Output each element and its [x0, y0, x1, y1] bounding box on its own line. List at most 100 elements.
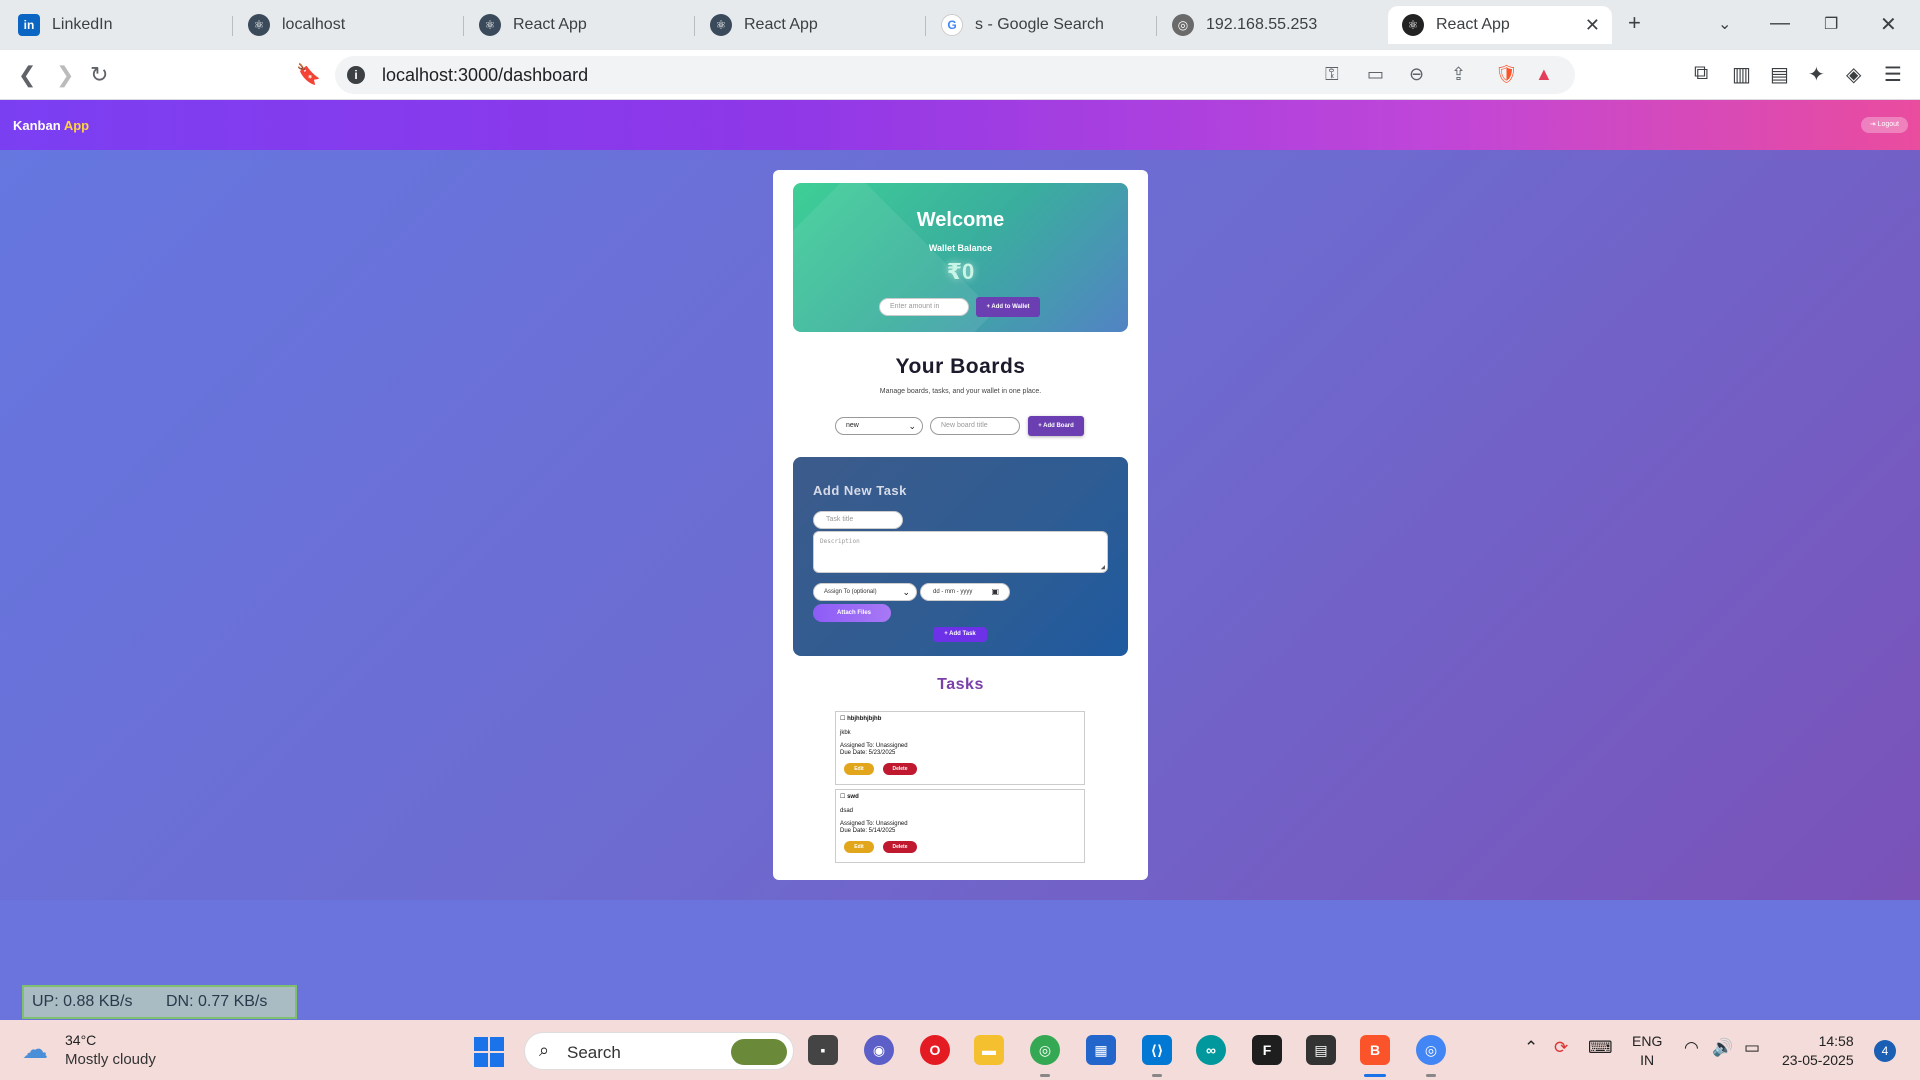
forward-icon[interactable]: ❯ [56, 62, 74, 88]
site-info-icon[interactable]: i [347, 66, 365, 84]
windows-start-icon[interactable] [474, 1037, 504, 1067]
opera-icon[interactable]: O [920, 1035, 950, 1065]
weather-description[interactable]: Mostly cloudy [65, 1051, 156, 1068]
checkbox-icon[interactable]: ☐ [840, 716, 845, 722]
task-view-icon[interactable]: ▪ [808, 1035, 838, 1065]
task-title-input[interactable]: Task title [813, 511, 903, 529]
app-running-indicator [1152, 1074, 1162, 1077]
bookmark-icon[interactable]: 🔖 [296, 62, 321, 87]
notification-badge[interactable]: 4 [1874, 1040, 1896, 1062]
clock-time: 14:58 [1818, 1033, 1854, 1049]
vscode-icon[interactable]: ⟨⟩ [1142, 1035, 1172, 1065]
brave-rewards-icon[interactable]: ▲ [1535, 64, 1553, 85]
battery-icon[interactable]: ▭ [1744, 1038, 1760, 1058]
install-app-icon[interactable]: ▭ [1367, 64, 1384, 85]
windows-taskbar: ☁ 34°C Mostly cloudy ⌕ Search ▪ ◉ O ▬ ◎ … [0, 1020, 1920, 1080]
tab-title: localhost [282, 16, 346, 33]
logout-button[interactable]: ⇥ Logout [1860, 117, 1908, 133]
resize-grip-icon[interactable]: ◢ [1101, 563, 1105, 571]
tab-react-app-1[interactable]: ⚛ React App [465, 6, 691, 44]
keyboard-icon[interactable]: ⌨ [1588, 1038, 1613, 1058]
react-icon: ⚛ [248, 14, 270, 36]
checkbox-icon[interactable]: ☐ [840, 794, 845, 800]
tab-separator [925, 16, 926, 36]
due-date-input[interactable]: dd - mm - yyyy ▣ [920, 583, 1010, 601]
tab-search-chevron-icon[interactable]: ⌄ [1718, 14, 1731, 34]
edit-task-button[interactable]: Edit [844, 841, 874, 853]
task-name-text: swd [847, 794, 859, 800]
attach-files-button[interactable]: Attach Files [813, 604, 891, 622]
add-board-button[interactable]: + Add Board [1028, 416, 1084, 436]
dashboard-card: Welcome Wallet Balance ₹0 Enter amount i… [773, 170, 1148, 880]
tab-react-app-2[interactable]: ⚛ React App [696, 6, 922, 44]
clock-date: 23-05-2025 [1782, 1052, 1854, 1068]
tab-google-search[interactable]: G s - Google Search [927, 6, 1153, 44]
terminal-icon[interactable]: ▤ [1306, 1035, 1336, 1065]
reload-icon[interactable]: ↻ [90, 62, 108, 88]
menu-icon[interactable]: ☰ [1884, 62, 1902, 87]
chat-icon[interactable]: ◉ [864, 1035, 894, 1065]
tab-react-app-active[interactable]: ⚛ React App ✕ [1388, 6, 1612, 44]
brave-shields-icon[interactable]: 🛡 [1495, 64, 1518, 85]
arduino-icon[interactable]: ∞ [1196, 1035, 1226, 1065]
search-highlight-image [731, 1039, 787, 1065]
figma-icon[interactable]: F [1252, 1035, 1282, 1065]
vpn-icon[interactable]: ◈ [1846, 62, 1861, 87]
url-field[interactable]: i localhost:3000/dashboard ⚿ ▭ ⊖ ⇪ 🛡 ▲ [335, 56, 1575, 94]
calendar-icon[interactable]: ▣ [991, 584, 999, 600]
chrome-profile-icon[interactable]: ◎ [1416, 1035, 1446, 1065]
wifi-icon[interactable]: ◠ [1684, 1038, 1699, 1058]
add-task-button[interactable]: + Add Task [933, 627, 987, 642]
microsoft-store-icon[interactable]: ▦ [1086, 1035, 1116, 1065]
assign-to-value: Assign To (optional) [824, 589, 877, 595]
minimize-icon[interactable]: — [1770, 12, 1790, 35]
task-description-textarea[interactable]: Description ◢ [813, 531, 1108, 573]
url-text[interactable]: localhost:3000/dashboard [382, 65, 588, 86]
wallet-amount-input[interactable]: Enter amount in [879, 298, 969, 316]
task-card: ☐ hbjhbhjbjhb jkbk Assigned To: Unassign… [835, 711, 1085, 785]
app-header: Kanban App ⇥ Logout [0, 100, 1920, 150]
system-clock[interactable]: 14:58 23-05-2025 [1782, 1032, 1854, 1070]
weather-cloud-icon[interactable]: ☁ [22, 1034, 48, 1065]
task-description: jkbk [840, 730, 851, 736]
share-icon[interactable]: ⇪ [1451, 64, 1466, 85]
show-hidden-icons-icon[interactable]: ⌃ [1524, 1038, 1538, 1058]
add-to-wallet-button[interactable]: + Add to Wallet [976, 297, 1040, 317]
assign-to-select[interactable]: Assign To (optional) ⌄ [813, 583, 917, 601]
weather-temperature[interactable]: 34°C [65, 1032, 96, 1048]
browser-address-bar: ❮ ❯ ↻ 🔖 i localhost:3000/dashboard ⚿ ▭ ⊖… [0, 50, 1920, 100]
taskbar-search[interactable]: ⌕ Search [524, 1032, 794, 1070]
tab-ip-address[interactable]: ◎ 192.168.55.253 [1158, 6, 1384, 44]
sidebar-icon[interactable]: ▥ [1732, 62, 1751, 87]
logout-icon: ⇥ [1869, 121, 1876, 128]
logout-label: Logout [1877, 121, 1899, 128]
leo-ai-icon[interactable]: ✦ [1808, 62, 1825, 87]
close-tab-icon[interactable]: ✕ [1585, 15, 1600, 36]
add-task-form: Add New Task Task title Description ◢ As… [793, 457, 1128, 656]
brave-icon[interactable]: B [1360, 1035, 1390, 1065]
sync-icon[interactable]: ⟳ [1554, 1038, 1568, 1058]
tab-separator [1156, 16, 1157, 36]
tab-localhost[interactable]: ⚛ localhost [234, 6, 460, 44]
app-brand[interactable]: Kanban App [13, 118, 89, 133]
zoom-out-icon[interactable]: ⊖ [1409, 64, 1424, 85]
window-close-icon[interactable]: ✕ [1880, 12, 1897, 37]
extensions-icon[interactable]: ⧉ [1694, 62, 1708, 85]
edit-task-button[interactable]: Edit [844, 763, 874, 775]
input-language[interactable]: ENG IN [1632, 1032, 1662, 1070]
tab-linkedin[interactable]: in LinkedIn [4, 6, 230, 44]
language-region: IN [1640, 1052, 1655, 1068]
volume-icon[interactable]: 🔊 [1712, 1038, 1733, 1058]
new-tab-icon[interactable]: + [1628, 10, 1641, 36]
file-explorer-icon[interactable]: ▬ [974, 1035, 1004, 1065]
board-select-value: new [846, 422, 859, 429]
back-icon[interactable]: ❮ [18, 62, 36, 88]
restore-icon[interactable]: ❐ [1824, 14, 1838, 34]
board-select[interactable]: new ⌄ [835, 417, 923, 435]
delete-task-button[interactable]: Delete [883, 763, 917, 775]
chrome-icon[interactable]: ◎ [1030, 1035, 1060, 1065]
delete-task-button[interactable]: Delete [883, 841, 917, 853]
password-key-icon[interactable]: ⚿ [1325, 64, 1339, 85]
new-board-title-input[interactable]: New board title [930, 417, 1020, 435]
wallet-icon[interactable]: ▤ [1770, 62, 1789, 87]
